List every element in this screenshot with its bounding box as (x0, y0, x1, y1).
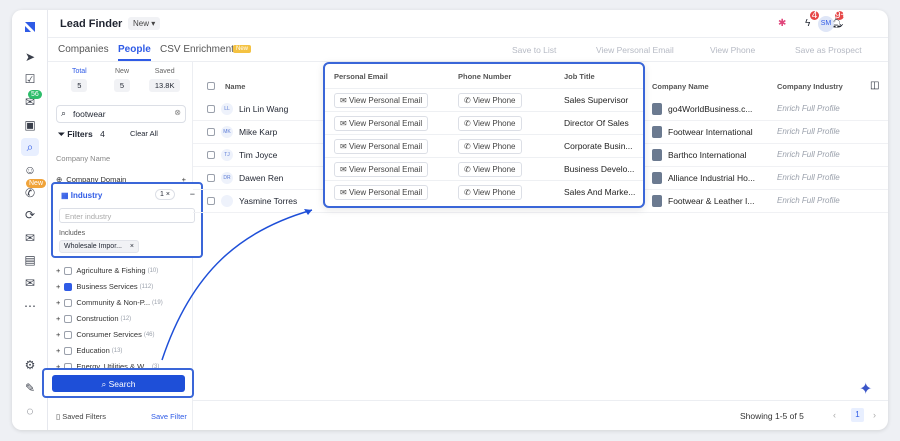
pagination-footer: Showing 1-5 of 5 ‹ 1 › ✦ (193, 381, 888, 430)
current-page[interactable]: 1 (851, 408, 864, 422)
showing-count: Showing 1-5 of 5 (740, 411, 804, 421)
prev-page-icon[interactable]: ‹ (833, 410, 836, 420)
ai-sparkle-icon[interactable]: ✦ (859, 379, 872, 399)
callout-arrow (161, 209, 313, 361)
next-page-icon[interactable]: › (873, 410, 876, 420)
app-window: ➤ ☑ ✉ 56 ▣ ⌕ ☺ ✆ New ⟳ ✉ ▤ ✉ ⋯ ⚙ ✎ ◌ Lea… (12, 10, 888, 430)
